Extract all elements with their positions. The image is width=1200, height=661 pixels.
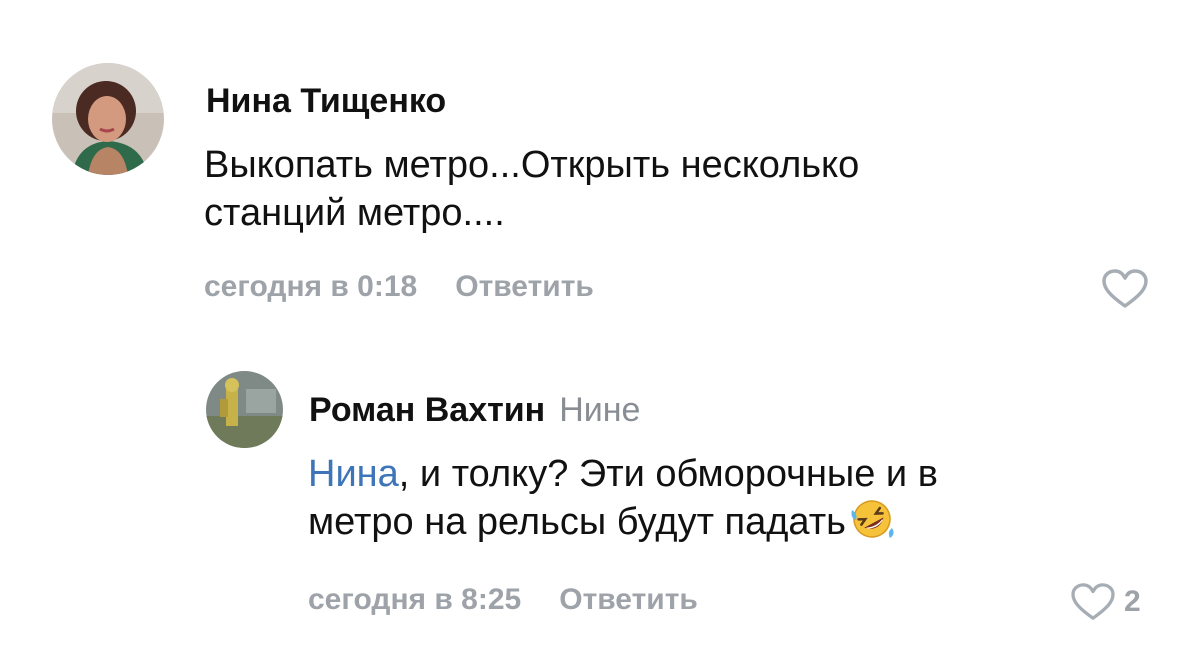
comment-text-line: станций метро.... xyxy=(204,192,505,234)
heart-icon xyxy=(1102,269,1148,308)
reply-to-label[interactable]: Нине xyxy=(559,391,640,429)
like-button[interactable] xyxy=(1101,268,1149,310)
avatar[interactable] xyxy=(52,63,164,175)
reply-button[interactable]: Ответить xyxy=(559,583,698,616)
comment-text-line: Выкопать метро...Открыть несколько xyxy=(204,144,860,186)
like-count: 2 xyxy=(1124,585,1141,618)
comment-text-fragment: метро на рельсы будут падать xyxy=(308,501,846,543)
comment-text: Нина, и толку? Эти обморочные и в метро … xyxy=(308,450,938,552)
reply-button[interactable]: Ответить xyxy=(455,270,594,303)
heart-icon xyxy=(1071,583,1115,620)
comment-author: Роман Вахтин Нине xyxy=(309,393,640,427)
comment-timestamp[interactable]: сегодня в 8:25 xyxy=(308,583,521,616)
comment-text-line: метро на рельсы будут падать xyxy=(308,498,938,552)
mention-link[interactable]: Нина xyxy=(308,453,399,495)
like-button[interactable]: 2 xyxy=(1070,582,1141,622)
comment-timestamp[interactable]: сегодня в 0:18 xyxy=(204,270,417,303)
comment-text: Выкопать метро...Открыть несколько станц… xyxy=(204,141,859,237)
avatar[interactable] xyxy=(206,371,283,448)
comment-author-name[interactable]: Роман Вахтин xyxy=(309,391,545,429)
laughing-emoji-icon xyxy=(850,498,896,552)
comment-text-fragment: , и толку? Эти обморочные и в xyxy=(398,453,938,495)
comment-text-line: Нина, и толку? Эти обморочные и в xyxy=(308,450,938,498)
comment-meta: сегодня в 0:18 Ответить xyxy=(204,272,594,302)
comment-author[interactable]: Нина Тищенко xyxy=(206,84,446,118)
comment-meta: сегодня в 8:25 Ответить xyxy=(308,585,698,615)
